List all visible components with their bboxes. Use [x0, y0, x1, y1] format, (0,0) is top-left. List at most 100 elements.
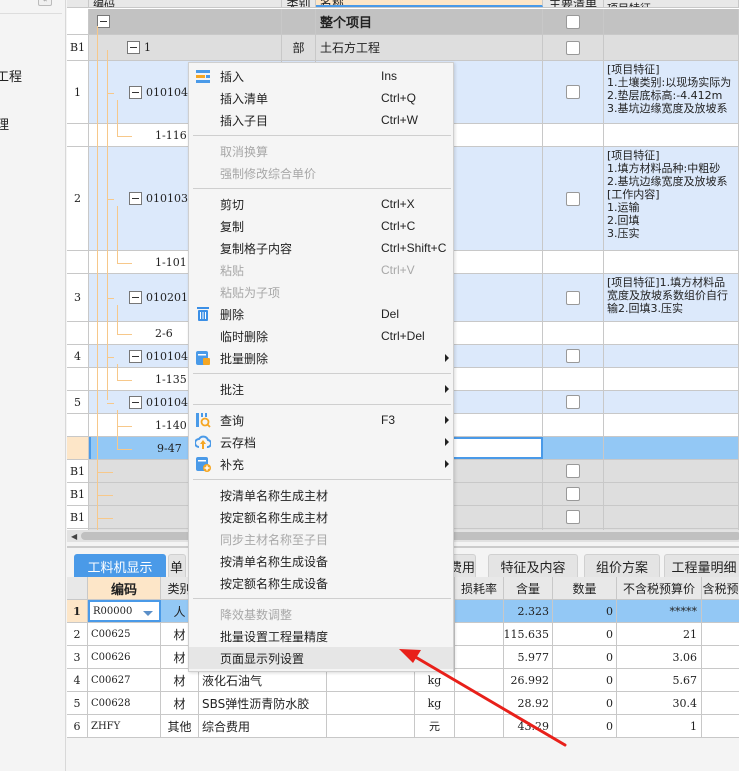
- code-cell[interactable]: R00000: [88, 600, 161, 622]
- main-cell[interactable]: [543, 61, 604, 123]
- spec-cell[interactable]: [327, 669, 415, 691]
- row-number[interactable]: [67, 124, 89, 146]
- code-cell[interactable]: C00626: [88, 646, 161, 668]
- row-number[interactable]: B1: [67, 483, 89, 505]
- content-cell[interactable]: 43.29: [504, 715, 553, 737]
- content-cell[interactable]: 26.992: [504, 669, 553, 691]
- tab-1[interactable]: 单: [168, 554, 186, 578]
- main-cell[interactable]: [543, 437, 604, 459]
- tab-3[interactable]: 特征及内容: [488, 554, 578, 578]
- main-cell[interactable]: [543, 391, 604, 413]
- name-cell[interactable]: 整个项目: [316, 9, 543, 34]
- collapse-toggle-icon[interactable]: [129, 85, 142, 99]
- main-cell[interactable]: [543, 251, 604, 273]
- main-cell[interactable]: [543, 483, 604, 505]
- category-cell[interactable]: 其他: [161, 715, 199, 737]
- collapse-panel-button[interactable]: «: [38, 0, 52, 6]
- grid-row[interactable]: 整个项目: [67, 9, 739, 35]
- code-cell[interactable]: C00627: [88, 669, 161, 691]
- collapse-toggle-icon[interactable]: [127, 41, 140, 54]
- tab-5[interactable]: 工程量明细: [664, 554, 739, 578]
- main-cell[interactable]: [543, 506, 604, 528]
- header-price-incl-tax[interactable]: 含税预: [702, 577, 739, 599]
- code-cell[interactable]: ZHFY: [88, 715, 161, 737]
- header-code[interactable]: 编码: [88, 577, 161, 599]
- main-list-checkbox[interactable]: [566, 191, 580, 206]
- menu-item-0[interactable]: 插入 Ins: [189, 65, 453, 87]
- feature-cell[interactable]: [604, 506, 739, 528]
- menu-item-1[interactable]: 插入清单 Ctrl+Q: [189, 87, 453, 109]
- resource-row[interactable]: 4 C00627 材 液化石油气 kg 26.992 0 5.67: [67, 669, 739, 692]
- menu-item-28[interactable]: 降效基数调整: [189, 603, 453, 625]
- header-name[interactable]: 名称: [316, 0, 543, 7]
- price-cell[interactable]: *****: [617, 600, 702, 622]
- header-price-excl-tax[interactable]: 不含税预算价: [617, 577, 702, 599]
- main-list-checkbox[interactable]: [566, 464, 580, 478]
- row-number[interactable]: 5: [67, 391, 89, 413]
- quantity-cell[interactable]: 0: [553, 623, 617, 645]
- loss-rate-cell[interactable]: [455, 600, 504, 622]
- header-main[interactable]: 主要清单: [543, 0, 604, 7]
- menu-item-16[interactable]: 批注: [189, 378, 453, 400]
- feature-cell[interactable]: [604, 391, 739, 413]
- feature-cell[interactable]: [604, 368, 739, 390]
- menu-item-29[interactable]: 批量设置工程量精度: [189, 625, 453, 647]
- name-cell[interactable]: 土石方工程: [316, 35, 543, 60]
- price-cell[interactable]: 21: [617, 623, 702, 645]
- price-cell[interactable]: 30.4: [617, 692, 702, 714]
- menu-item-12[interactable]: 删除 Del: [189, 303, 453, 325]
- nav-item-project[interactable]: 工程: [0, 66, 22, 85]
- row-number[interactable]: 5: [67, 692, 88, 714]
- row-number[interactable]: 1: [67, 61, 89, 123]
- header-loss-rate[interactable]: 损耗率: [455, 577, 504, 599]
- row-number[interactable]: 1: [67, 600, 88, 622]
- row-number[interactable]: [67, 368, 89, 390]
- header-code[interactable]: 编码: [89, 0, 282, 7]
- resource-row[interactable]: 5 C00628 材 SBS弹性沥青防水胶 kg 28.92 0 30.4: [67, 692, 739, 715]
- category-cell[interactable]: 材: [161, 669, 199, 691]
- collapse-toggle-icon[interactable]: [129, 395, 142, 409]
- feature-cell[interactable]: [604, 483, 739, 505]
- row-number[interactable]: [67, 9, 89, 34]
- menu-item-13[interactable]: 临时删除 Ctrl+Del: [189, 325, 453, 347]
- main-list-checkbox[interactable]: [566, 395, 580, 409]
- main-cell[interactable]: [543, 274, 604, 321]
- grid-row[interactable]: B1 1 部土石方工程: [67, 35, 739, 61]
- tab-4[interactable]: 组价方案: [584, 554, 660, 578]
- feature-cell[interactable]: [604, 460, 739, 482]
- menu-item-19[interactable]: 云存档: [189, 431, 453, 453]
- menu-item-5[interactable]: 强制修改综合单价: [189, 162, 453, 184]
- price-cell[interactable]: 5.67: [617, 669, 702, 691]
- feature-cell[interactable]: [项目特征] 1.土壤类别:以现场实际为 2.垫层底标高:-4.412m 3.基…: [604, 61, 739, 123]
- tax-price-cell[interactable]: [702, 623, 739, 645]
- header-feature[interactable]: 项目特征: [604, 0, 739, 7]
- menu-item-7[interactable]: 剪切 Ctrl+X: [189, 193, 453, 215]
- nav-item-manage[interactable]: 理: [0, 114, 9, 133]
- loss-rate-cell[interactable]: [455, 692, 504, 714]
- header-type[interactable]: 类别: [282, 0, 316, 7]
- menu-item-8[interactable]: 复制 Ctrl+C: [189, 215, 453, 237]
- row-number[interactable]: B1: [67, 506, 89, 528]
- loss-rate-cell[interactable]: [455, 715, 504, 737]
- name-cell[interactable]: SBS弹性沥青防水胶: [199, 692, 327, 714]
- tab-0[interactable]: 工料机显示: [74, 554, 166, 578]
- collapse-toggle-icon[interactable]: [97, 15, 110, 28]
- unit-cell[interactable]: kg: [415, 669, 455, 691]
- main-cell[interactable]: [543, 368, 604, 390]
- feature-cell[interactable]: [604, 124, 739, 146]
- content-cell[interactable]: 28.92: [504, 692, 553, 714]
- row-number[interactable]: B1: [67, 460, 89, 482]
- menu-item-11[interactable]: 粘贴为子项: [189, 281, 453, 303]
- collapse-toggle-icon[interactable]: [129, 192, 142, 205]
- collapse-toggle-icon[interactable]: [129, 291, 142, 304]
- feature-cell[interactable]: [604, 251, 739, 273]
- row-number[interactable]: [67, 437, 89, 459]
- price-cell[interactable]: 1: [617, 715, 702, 737]
- row-number[interactable]: [67, 251, 89, 273]
- code-cell[interactable]: C00625: [88, 623, 161, 645]
- code-cell[interactable]: [89, 9, 282, 34]
- feature-cell[interactable]: [604, 345, 739, 367]
- row-number[interactable]: 3: [67, 646, 88, 668]
- main-list-checkbox[interactable]: [566, 510, 580, 524]
- type-cell[interactable]: [282, 9, 316, 34]
